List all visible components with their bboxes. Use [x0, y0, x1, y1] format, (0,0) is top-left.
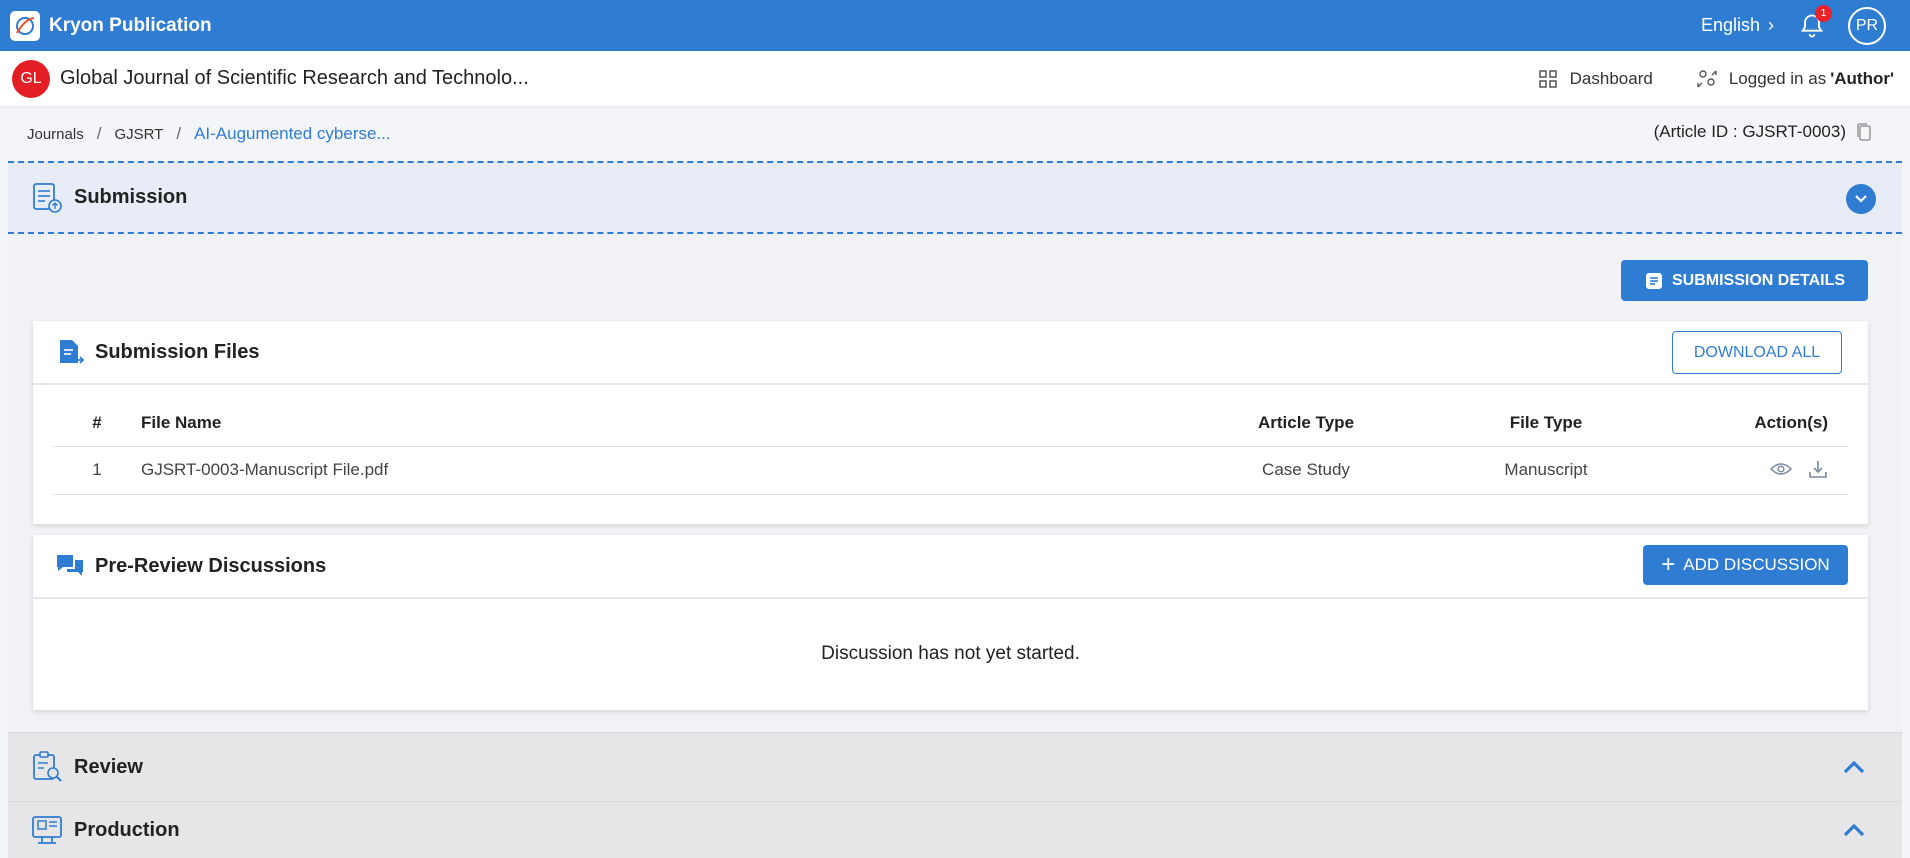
row-file-name: GJSRT-0003-Manuscript File.pdf [141, 446, 1166, 495]
avatar[interactable]: PR [1848, 6, 1886, 45]
user-role: 'Author' [1830, 68, 1894, 88]
dashboard-label: Dashboard [1569, 68, 1653, 88]
article-id-text: (Article ID : GJSRT-0003) [1653, 122, 1846, 141]
add-discussion-label: ADD DISCUSSION [1683, 555, 1830, 574]
chevron-right-icon: › [1768, 15, 1774, 35]
article-id: (Article ID : GJSRT-0003) [1654, 122, 1872, 142]
login-status: Logged in as 'Author' [1695, 67, 1894, 91]
review-clipboard-icon [33, 751, 62, 782]
col-file-type: File Type [1446, 401, 1646, 447]
submission-files-header: Submission Files DOWNLOAD ALL [33, 321, 1868, 385]
download-icon[interactable] [1808, 459, 1828, 479]
chat-icon [57, 555, 83, 576]
brand-logo-icon [10, 10, 40, 41]
row-article-type: Case Study [1166, 446, 1446, 495]
production-title: Production [74, 818, 180, 841]
logged-in-prefix: Logged in as [1728, 68, 1827, 88]
empty-discussion-message: Discussion has not yet started. [821, 643, 1080, 664]
grid-icon [1538, 69, 1557, 88]
language-label: English [1700, 15, 1760, 35]
plus-icon: + [1661, 551, 1676, 578]
breadcrumb: Journals / GJSRT / AI-Augumented cyberse… [27, 124, 391, 144]
chevron-up-icon[interactable] [1842, 759, 1866, 775]
download-all-button[interactable]: DOWNLOAD ALL [1672, 331, 1842, 374]
dashboard-link[interactable]: Dashboard [1538, 69, 1653, 89]
submission-files-card: Submission Files DOWNLOAD ALL # File Nam… [33, 321, 1868, 524]
brand-name: Kryon Publication [49, 14, 212, 36]
review-section-header[interactable]: Review [8, 732, 1902, 801]
submission-details-label: SUBMISSION DETAILS [1671, 271, 1846, 289]
journal-bar: GL Global Journal of Scientific Research… [0, 51, 1910, 106]
breadcrumb-article: AI-Augumented cyberse... [194, 124, 391, 143]
col-file-name: File Name [141, 401, 1166, 447]
row-number: 1 [53, 446, 141, 495]
top-bar: Kryon Publication English › 1 PR [0, 0, 1910, 51]
document-icon [1645, 272, 1662, 289]
row-actions [1646, 446, 1848, 495]
journal-title: Global Journal of Scientific Research an… [60, 67, 529, 89]
breadcrumb-separator: / [176, 124, 182, 143]
view-icon[interactable] [1770, 461, 1792, 477]
production-section-header[interactable]: Production [8, 801, 1902, 858]
copy-icon[interactable] [1856, 122, 1872, 142]
submission-icon [33, 182, 62, 213]
chevron-down-icon [1855, 195, 1867, 203]
breadcrumb-journal[interactable]: GJSRT [114, 126, 163, 143]
language-selector[interactable]: English › [1701, 15, 1774, 36]
add-discussion-button[interactable]: + ADD DISCUSSION [1643, 545, 1848, 585]
collapse-toggle[interactable] [1846, 184, 1876, 214]
submission-details-button[interactable]: SUBMISSION DETAILS [1621, 260, 1868, 301]
review-title: Review [74, 755, 143, 778]
journal-logo: GL [12, 59, 50, 98]
discussions-title: Pre-Review Discussions [95, 554, 327, 577]
breadcrumb-journals[interactable]: Journals [27, 126, 84, 143]
row-file-type: Manuscript [1446, 446, 1646, 495]
brand[interactable]: Kryon Publication [10, 10, 212, 41]
breadcrumb-separator: / [96, 124, 102, 143]
production-monitor-icon [32, 816, 62, 844]
col-actions: Action(s) [1646, 401, 1848, 447]
col-number: # [53, 401, 141, 447]
discussions-card: Pre-Review Discussions + ADD DISCUSSION … [33, 535, 1868, 710]
notification-button[interactable]: 1 [1798, 4, 1832, 40]
chevron-up-icon[interactable] [1842, 822, 1866, 838]
notification-badge: 1 [1815, 4, 1832, 22]
discussions-header: Pre-Review Discussions + ADD DISCUSSION [33, 535, 1868, 599]
switch-user-icon [1697, 69, 1717, 87]
submission-section-header[interactable]: Submission [8, 161, 1902, 234]
submission-title: Submission [74, 186, 188, 208]
col-article-type: Article Type [1166, 401, 1446, 447]
submission-files-title: Submission Files [95, 340, 260, 363]
file-export-icon [60, 340, 85, 364]
table-header-row: # File Name Article Type File Type Actio… [53, 401, 1848, 447]
files-table: # File Name Article Type File Type Actio… [53, 401, 1848, 495]
table-row: 1 GJSRT-0003-Manuscript File.pdf Case St… [53, 446, 1848, 495]
